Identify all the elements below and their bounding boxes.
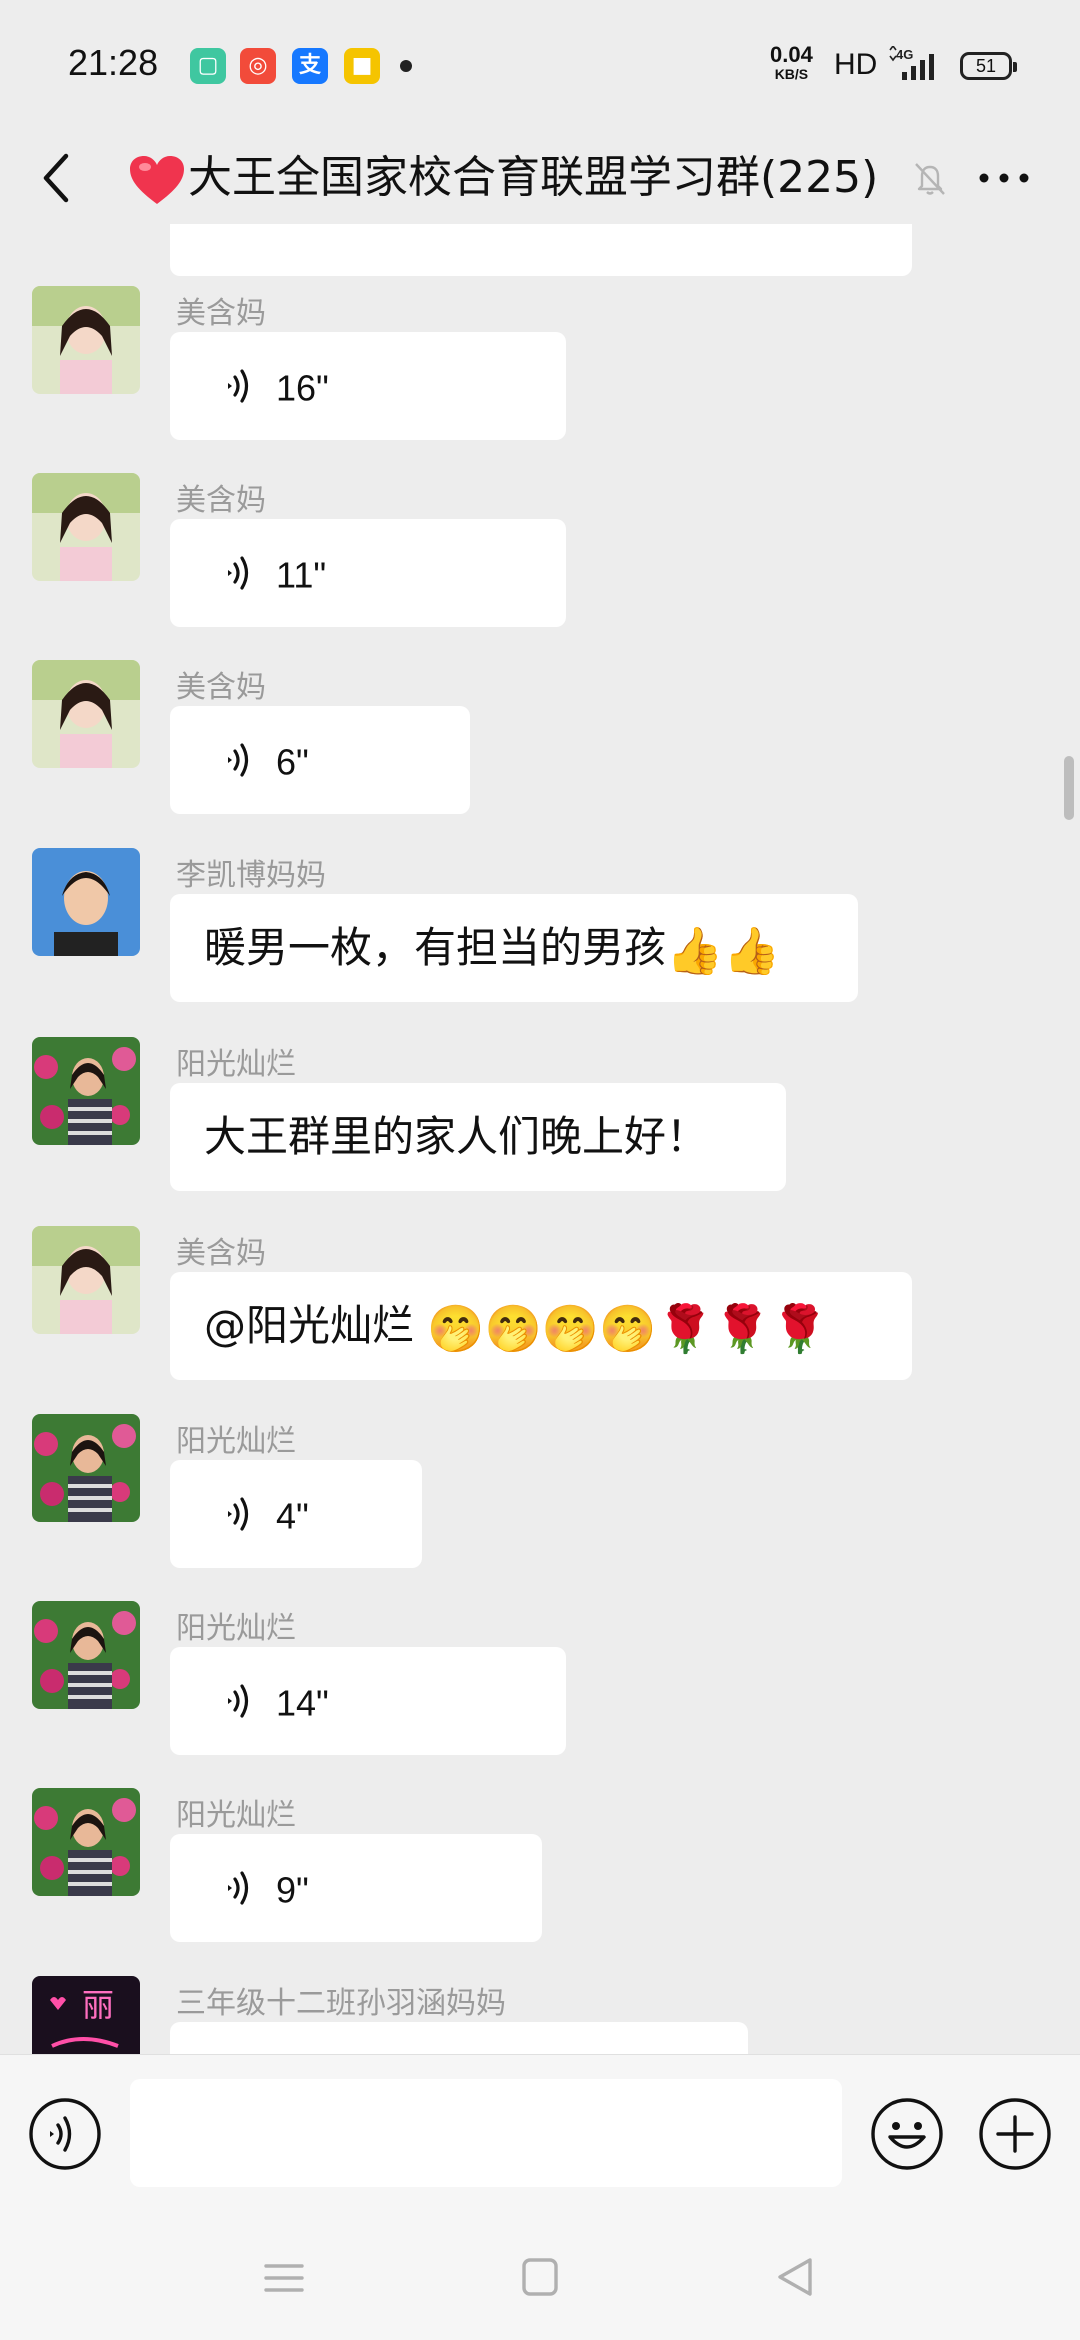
alipay-icon: 支 [292, 48, 328, 84]
message-row: 阳光灿烂 14" [0, 1539, 1080, 1755]
scrollbar-thumb[interactable] [1064, 756, 1074, 820]
voice-wave-icon [228, 555, 249, 590]
avatar-photo-yangguang [32, 1037, 140, 1145]
message-row: 美含妈 16" [0, 224, 1080, 440]
avatar[interactable] [32, 1226, 140, 1334]
sender-name: 三年级十二班孙羽涵妈妈 [176, 1986, 506, 2021]
input-bar [0, 2054, 1080, 2220]
avatar-photo-meihanma [32, 660, 140, 768]
avatar[interactable]: 丽 [32, 1976, 140, 2054]
message-input[interactable] [130, 2079, 842, 2187]
voice-wave-icon [228, 1870, 249, 1905]
voice-duration: 11" [276, 554, 327, 596]
avatar-photo-sunyuhan: 丽 [32, 1976, 140, 2054]
emoji-sequence: 🤭🤭🤭🤭🌹🌹🌹 [427, 1301, 829, 1356]
message-row: 美含妈 @阳光灿烂 🤭🤭🤭🤭🌹🌹🌹 [0, 1164, 1080, 1380]
chat-header: 大王全国家校合育联盟学习群(225) [0, 132, 1080, 224]
message-row: 阳光灿烂 大王群里的家人们晚上好！ [0, 975, 1080, 1191]
network-speed-unit: KB/S [774, 66, 809, 82]
heart-icon [130, 156, 184, 204]
sender-name: 美含妈 [176, 483, 266, 518]
voice-wave-icon [228, 742, 249, 777]
more-options-button[interactable] [972, 152, 1036, 204]
avatar[interactable] [32, 473, 140, 581]
network-speed-value: 0.04 [770, 42, 813, 67]
home-icon[interactable] [520, 2256, 560, 2298]
avatar[interactable] [32, 1037, 140, 1145]
sender-name: 阳光灿烂 [176, 1047, 296, 1082]
chat-title-text: 大王全国家校合育联盟学习群(225) [188, 152, 879, 203]
message-row: 阳光灿烂 4" [0, 1352, 1080, 1568]
voice-duration: 6" [276, 741, 309, 783]
message-row: 阳光灿烂 9" [0, 1726, 1080, 1942]
message-row: 李凯博妈妈 暖男一枚，有担当的男孩👍👍 [0, 786, 1080, 1002]
message-text: @阳光灿烂 [204, 1301, 428, 1350]
nav-back-icon[interactable] [774, 2254, 816, 2300]
more-functions-plus-button[interactable] [978, 2097, 1052, 2171]
notification-dot-icon [400, 60, 412, 72]
recent-apps-icon[interactable] [262, 2258, 306, 2298]
battery-level: 51 [975, 56, 997, 76]
avatar[interactable] [32, 848, 140, 956]
sender-name: 美含妈 [176, 1236, 266, 1271]
green-app-icon: ▢ [190, 48, 226, 84]
message-row: 丽 三年级十二班孙羽涵妈妈 😊😊😊 [0, 1914, 1080, 2054]
kuaishou-icon: ◎ [240, 48, 276, 84]
voice-duration: 9" [276, 1869, 309, 1911]
avatar[interactable] [32, 286, 140, 394]
message-row: 美含妈 11" [0, 411, 1080, 627]
emoji-button[interactable] [870, 2097, 944, 2171]
avatar[interactable] [32, 1414, 140, 1522]
avatar[interactable] [32, 1601, 140, 1709]
avatar[interactable] [32, 660, 140, 768]
avatar-photo-yangguang [32, 1601, 140, 1709]
message-row: 美含妈 6" [0, 598, 1080, 814]
voice-wave-icon [228, 368, 249, 403]
chat-title[interactable]: 大王全国家校合育联盟学习群(225) [128, 140, 878, 216]
status-time: 21:28 [68, 42, 159, 83]
thumbs-up-emoji: 👍👍 [666, 923, 781, 978]
system-nav-bar [0, 2220, 1080, 2340]
voice-duration: 14" [276, 1682, 329, 1724]
signal-icon: 4G [889, 46, 934, 80]
battery-icon: 51 [960, 52, 1017, 80]
avatar-lettering: 丽 [82, 1986, 114, 2024]
sender-name: 阳光灿烂 [176, 1424, 296, 1459]
avatar-photo-yangguang [32, 1788, 140, 1896]
voice-wave-icon [228, 1683, 249, 1718]
avatar-photo-meihanma [32, 286, 140, 394]
text-message-bubble[interactable]: 😊😊😊 [170, 2022, 748, 2054]
sender-name: 阳光灿烂 [176, 1798, 296, 1833]
sender-name: 李凯博妈妈 [176, 858, 326, 893]
message-text: 暖男一枚，有担当的男孩 [204, 923, 667, 972]
message-text: 大王群里的家人们晚上好！ [204, 1112, 709, 1161]
sender-name: 美含妈 [176, 296, 266, 331]
yellow-app-icon: ■ [344, 48, 380, 84]
network-speed: 0.04 KB/S [770, 42, 813, 83]
sender-name: 美含妈 [176, 670, 266, 705]
avatar-photo-meihanma [32, 1226, 140, 1334]
mute-bell-icon [915, 163, 945, 195]
avatar-photo-meihanma [32, 473, 140, 581]
network-type-label: 4G [896, 47, 913, 62]
sender-name: 阳光灿烂 [176, 1611, 296, 1646]
avatar[interactable] [32, 1788, 140, 1896]
voice-input-toggle-button[interactable] [28, 2097, 102, 2171]
voice-wave-icon [228, 1496, 249, 1531]
hd-label: HD [834, 48, 878, 81]
avatar-photo-yangguang [32, 1414, 140, 1522]
voice-duration: 16" [276, 367, 329, 409]
voice-duration: 4" [276, 1495, 309, 1537]
chat-message-list[interactable]: 美含妈 16" 美含妈 11" 美含妈 6" 李凯博妈妈 暖男一枚，有担当的男孩… [0, 224, 1080, 2054]
back-button[interactable] [26, 142, 86, 214]
status-bar: 21:28 ▢ ◎ 支 ■ 0.04 KB/S HD 4G 51 [0, 0, 1080, 132]
avatar-photo-likaibo [32, 848, 140, 956]
